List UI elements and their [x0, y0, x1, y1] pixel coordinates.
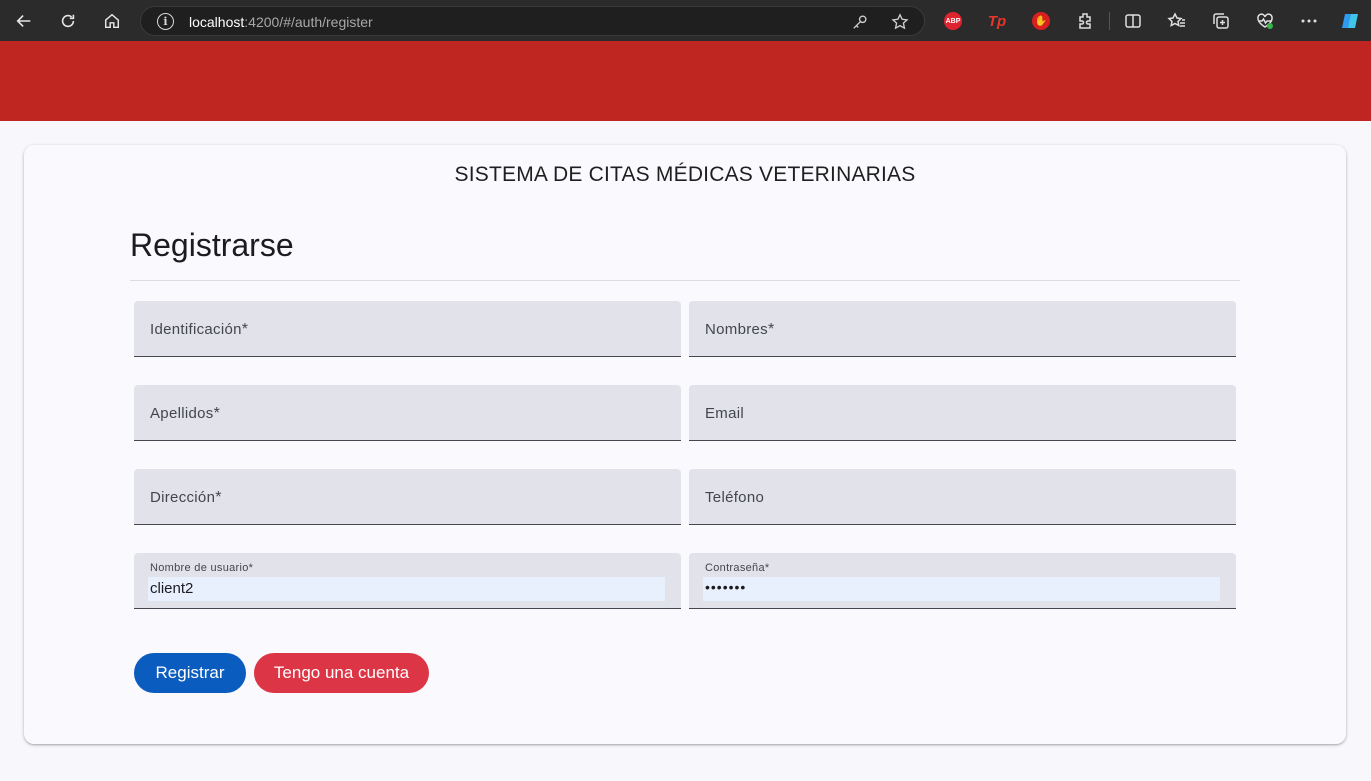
info-icon[interactable]: i: [157, 13, 174, 30]
register-button[interactable]: Registrar: [134, 653, 246, 693]
email-label: Email: [705, 405, 745, 422]
telefono-field[interactable]: Teléfono: [689, 469, 1236, 525]
direccion-field[interactable]: Dirección*: [134, 469, 681, 525]
stop-hand-icon[interactable]: ✋: [1032, 12, 1050, 30]
nombres-label: Nombres*: [705, 321, 775, 338]
back-icon[interactable]: [9, 6, 39, 36]
identificacion-field[interactable]: Identificación*: [134, 301, 681, 357]
toolbar-separator: [1109, 12, 1110, 30]
direccion-label: Dirección*: [150, 489, 222, 506]
username-field[interactable]: Nombre de usuario* client2: [134, 553, 681, 609]
health-icon[interactable]: [1255, 11, 1275, 31]
system-title: SISTEMA DE CITAS MÉDICAS VETERINARIAS: [454, 163, 916, 186]
address-bar[interactable]: i localhost:4200/#/auth/register: [140, 6, 925, 36]
username-label: Nombre de usuario*: [150, 562, 254, 574]
collections-icon[interactable]: [1211, 11, 1231, 31]
form-title: Registrarse: [130, 227, 294, 263]
identificacion-label: Identificación*: [150, 321, 249, 338]
password-value: •••••••: [705, 579, 747, 595]
have-account-button[interactable]: Tengo una cuenta: [254, 653, 429, 693]
apellidos-label: Apellidos*: [150, 405, 221, 422]
adblock-icon[interactable]: ABP: [944, 12, 962, 30]
username-value: client2: [150, 580, 194, 597]
telefono-label: Teléfono: [705, 489, 765, 506]
app-header: [0, 41, 1371, 121]
email-field[interactable]: Email: [689, 385, 1236, 441]
key-icon[interactable]: [851, 13, 869, 31]
copilot-icon[interactable]: [1340, 11, 1360, 31]
home-icon[interactable]: [97, 6, 127, 36]
password-input[interactable]: •••••••: [703, 577, 1220, 601]
title-divider: [130, 280, 1240, 281]
nombres-field[interactable]: Nombres*: [689, 301, 1236, 357]
apellidos-field[interactable]: Apellidos*: [134, 385, 681, 441]
register-card: SISTEMA DE CITAS MÉDICAS VETERINARIAS Re…: [24, 145, 1346, 744]
password-label: Contraseña*: [705, 562, 770, 574]
url-text: localhost:4200/#/auth/register: [189, 14, 373, 30]
browser-toolbar: i localhost:4200/#/auth/register ABP Tp …: [0, 0, 1371, 41]
favorites-icon[interactable]: [1167, 11, 1187, 31]
password-field[interactable]: Contraseña* •••••••: [689, 553, 1236, 609]
tp-extension-icon[interactable]: Tp: [986, 10, 1008, 32]
more-icon[interactable]: [1299, 11, 1319, 31]
username-input[interactable]: client2: [148, 577, 665, 601]
split-screen-icon[interactable]: [1123, 11, 1143, 31]
refresh-icon[interactable]: [53, 6, 83, 36]
star-icon[interactable]: [891, 13, 909, 31]
extensions-icon[interactable]: [1075, 11, 1095, 31]
